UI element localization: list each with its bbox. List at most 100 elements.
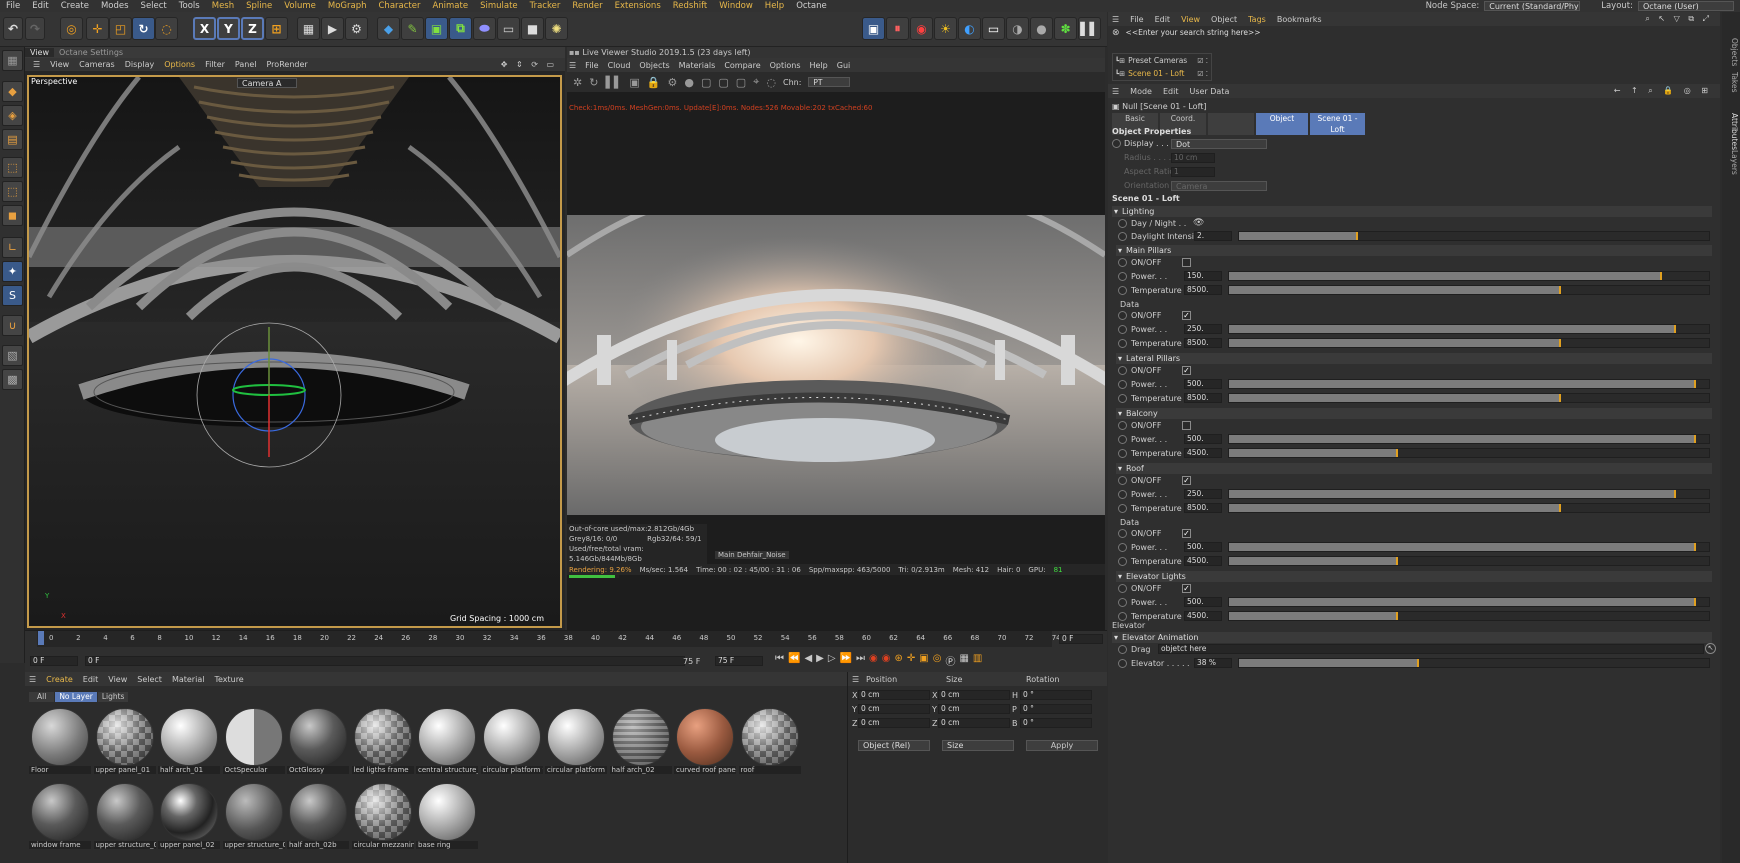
slider-thumb[interactable] xyxy=(1693,380,1696,388)
magnet-icon[interactable]: ∪ xyxy=(2,315,23,336)
visibility-icon[interactable]: ☑ ⁚ xyxy=(1197,70,1211,78)
keyframe-dot[interactable] xyxy=(1118,435,1127,444)
lv-pick-icon[interactable]: ◌ xyxy=(766,76,776,89)
keyframe-dot[interactable] xyxy=(1118,339,1127,348)
frame-max-field[interactable]: 75 F xyxy=(715,656,763,666)
value-slider[interactable] xyxy=(1228,379,1710,389)
om-menu-object[interactable]: Object xyxy=(1211,15,1237,24)
mat-menu-view[interactable]: View xyxy=(108,675,127,684)
keyframe-dot[interactable] xyxy=(1118,557,1127,566)
tab-object[interactable]: Object xyxy=(1256,113,1308,135)
group-header[interactable]: ▾ Elevator Lights xyxy=(1116,571,1712,582)
material-thumbnail[interactable]: window frame xyxy=(29,781,91,849)
material-thumbnail[interactable]: curved roof panel xyxy=(674,706,736,774)
material-thumbnail[interactable]: upper structure_0 xyxy=(222,781,285,849)
apply-button[interactable]: Apply xyxy=(1026,740,1098,751)
group-header[interactable]: ▾ Balcony xyxy=(1116,408,1712,419)
on-off-checkbox[interactable] xyxy=(1182,258,1191,267)
menu-character[interactable]: Character xyxy=(373,1,427,11)
value-slider[interactable] xyxy=(1228,393,1710,403)
keyframe-dot[interactable] xyxy=(1118,543,1127,552)
om-menu-bookmarks[interactable]: Bookmarks xyxy=(1277,15,1322,24)
side-tab-layers[interactable]: Layers xyxy=(1723,142,1739,182)
menu-create[interactable]: Create xyxy=(55,1,95,11)
material-thumbnail[interactable]: upper panel_01 xyxy=(93,706,156,774)
menu-tracker[interactable]: Tracker xyxy=(524,1,567,11)
lv-frame-icon[interactable]: ▢ xyxy=(701,76,711,89)
scale-icon[interactable]: ◰ xyxy=(109,17,132,40)
hamburger-icon[interactable]: ☰ xyxy=(1112,15,1119,24)
slider-thumb[interactable] xyxy=(1693,435,1696,443)
octane-scatter-icon[interactable]: ✽ xyxy=(1054,17,1077,40)
value-field[interactable]: 8500. xyxy=(1184,393,1222,403)
value-field[interactable]: 500. xyxy=(1184,597,1222,607)
value-field[interactable]: 4500. xyxy=(1184,611,1222,621)
viewport-menu-view[interactable]: View xyxy=(50,60,69,69)
timeline-window-icon[interactable]: ▥ xyxy=(973,653,982,668)
coord-field[interactable]: 0 cm xyxy=(858,718,930,728)
lv-frame2-icon[interactable]: ▢ xyxy=(718,76,728,89)
keyframe-dot[interactable] xyxy=(1118,598,1127,607)
orientation-dropdown[interactable]: Camera xyxy=(1171,181,1267,191)
keyframe-dot[interactable] xyxy=(1118,476,1127,485)
lv-menu-objects[interactable]: Objects xyxy=(639,61,669,70)
coord-field[interactable]: 0 ° xyxy=(1020,718,1092,728)
keyframe-dot[interactable] xyxy=(1118,490,1127,499)
om-menu-file[interactable]: File xyxy=(1130,15,1143,24)
autokey-icon[interactable]: ◉ xyxy=(882,653,891,668)
perspective-viewport[interactable]: Perspective Camera A Grid Spacing : 1000… xyxy=(27,75,562,628)
coord-field[interactable]: 0 cm xyxy=(938,704,1010,714)
radius-field[interactable]: 10 cm xyxy=(1171,153,1215,163)
drag-object-field[interactable]: objetct here xyxy=(1158,644,1704,654)
slider-thumb[interactable] xyxy=(1396,557,1398,565)
keyframe-dot[interactable] xyxy=(1118,325,1127,334)
next-frame-icon[interactable]: ▷ xyxy=(828,653,836,668)
filter-no-layer[interactable]: No Layer xyxy=(55,692,97,702)
keyframe-dot[interactable] xyxy=(1118,286,1127,295)
go-end-icon[interactable]: ⏭ xyxy=(856,653,865,668)
rotate-icon[interactable]: ↻ xyxy=(132,17,155,40)
menu-spline[interactable]: Spline xyxy=(240,1,278,11)
coord-mode-dropdown[interactable]: Object (Rel) xyxy=(858,740,930,751)
am-menu-mode[interactable]: Mode xyxy=(1130,87,1152,96)
lv-lock-icon[interactable]: 🔒 xyxy=(647,76,661,89)
octane-arealight-icon[interactable]: ▭ xyxy=(982,17,1005,40)
slider-thumb[interactable] xyxy=(1674,325,1677,333)
value-slider[interactable] xyxy=(1228,503,1710,513)
value-field[interactable]: 8500. xyxy=(1184,285,1222,295)
hamburger-icon[interactable]: ☰ xyxy=(569,61,576,70)
panel-grip-icon[interactable]: ▪▪ xyxy=(569,48,580,57)
menu-tools[interactable]: Tools xyxy=(173,1,206,11)
viewport-menu-options[interactable]: Options xyxy=(164,60,195,69)
value-slider[interactable] xyxy=(1228,324,1710,334)
slider-thumb[interactable] xyxy=(1693,543,1696,551)
floor-icon[interactable]: ▭ xyxy=(497,17,520,40)
hamburger-icon[interactable]: ☰ xyxy=(852,675,859,684)
camera-icon[interactable]: ■ xyxy=(521,17,544,40)
mat-menu-select[interactable]: Select xyxy=(137,675,162,684)
on-off-checkbox[interactable] xyxy=(1182,421,1191,430)
side-tab-takes[interactable]: Takes xyxy=(1723,67,1739,97)
array-icon[interactable]: ⧉ xyxy=(449,17,472,40)
x-axis-icon[interactable]: X xyxy=(193,17,216,40)
material-thumbnail[interactable]: circular mezzanin xyxy=(351,781,414,849)
node-space-dropdown[interactable]: Current (Standard/Physical) xyxy=(1484,1,1581,11)
points-mode-icon[interactable]: ⬚ xyxy=(2,157,23,178)
filter-all[interactable]: All xyxy=(29,692,55,702)
tweak-mode-icon[interactable]: ✦ xyxy=(2,261,23,282)
subdivision-icon[interactable]: ▣ xyxy=(425,17,448,40)
om-menu-edit[interactable]: Edit xyxy=(1155,15,1171,24)
octane-toolbar-pause-icon[interactable]: ▌▌ xyxy=(1078,17,1101,40)
lv-gear-icon[interactable]: ⚙ xyxy=(667,76,677,89)
menu-help[interactable]: Help xyxy=(759,1,790,11)
lighting-group-header[interactable]: ▾ Lighting xyxy=(1112,206,1712,217)
frame-range-field[interactable]: 0 F xyxy=(85,656,685,666)
redo-icon[interactable]: ↷ xyxy=(25,17,45,40)
texture-mode-icon[interactable]: ◈ xyxy=(2,105,23,126)
material-thumbnail[interactable]: roof xyxy=(738,706,801,774)
keyframe-dot[interactable] xyxy=(1118,311,1127,320)
visibility-icon[interactable]: ☑ ⁚ xyxy=(1197,57,1211,65)
am-menu-edit[interactable]: Edit xyxy=(1163,87,1179,96)
keyframe-dot[interactable] xyxy=(1118,272,1127,281)
coord-field[interactable]: 0 cm xyxy=(858,704,930,714)
